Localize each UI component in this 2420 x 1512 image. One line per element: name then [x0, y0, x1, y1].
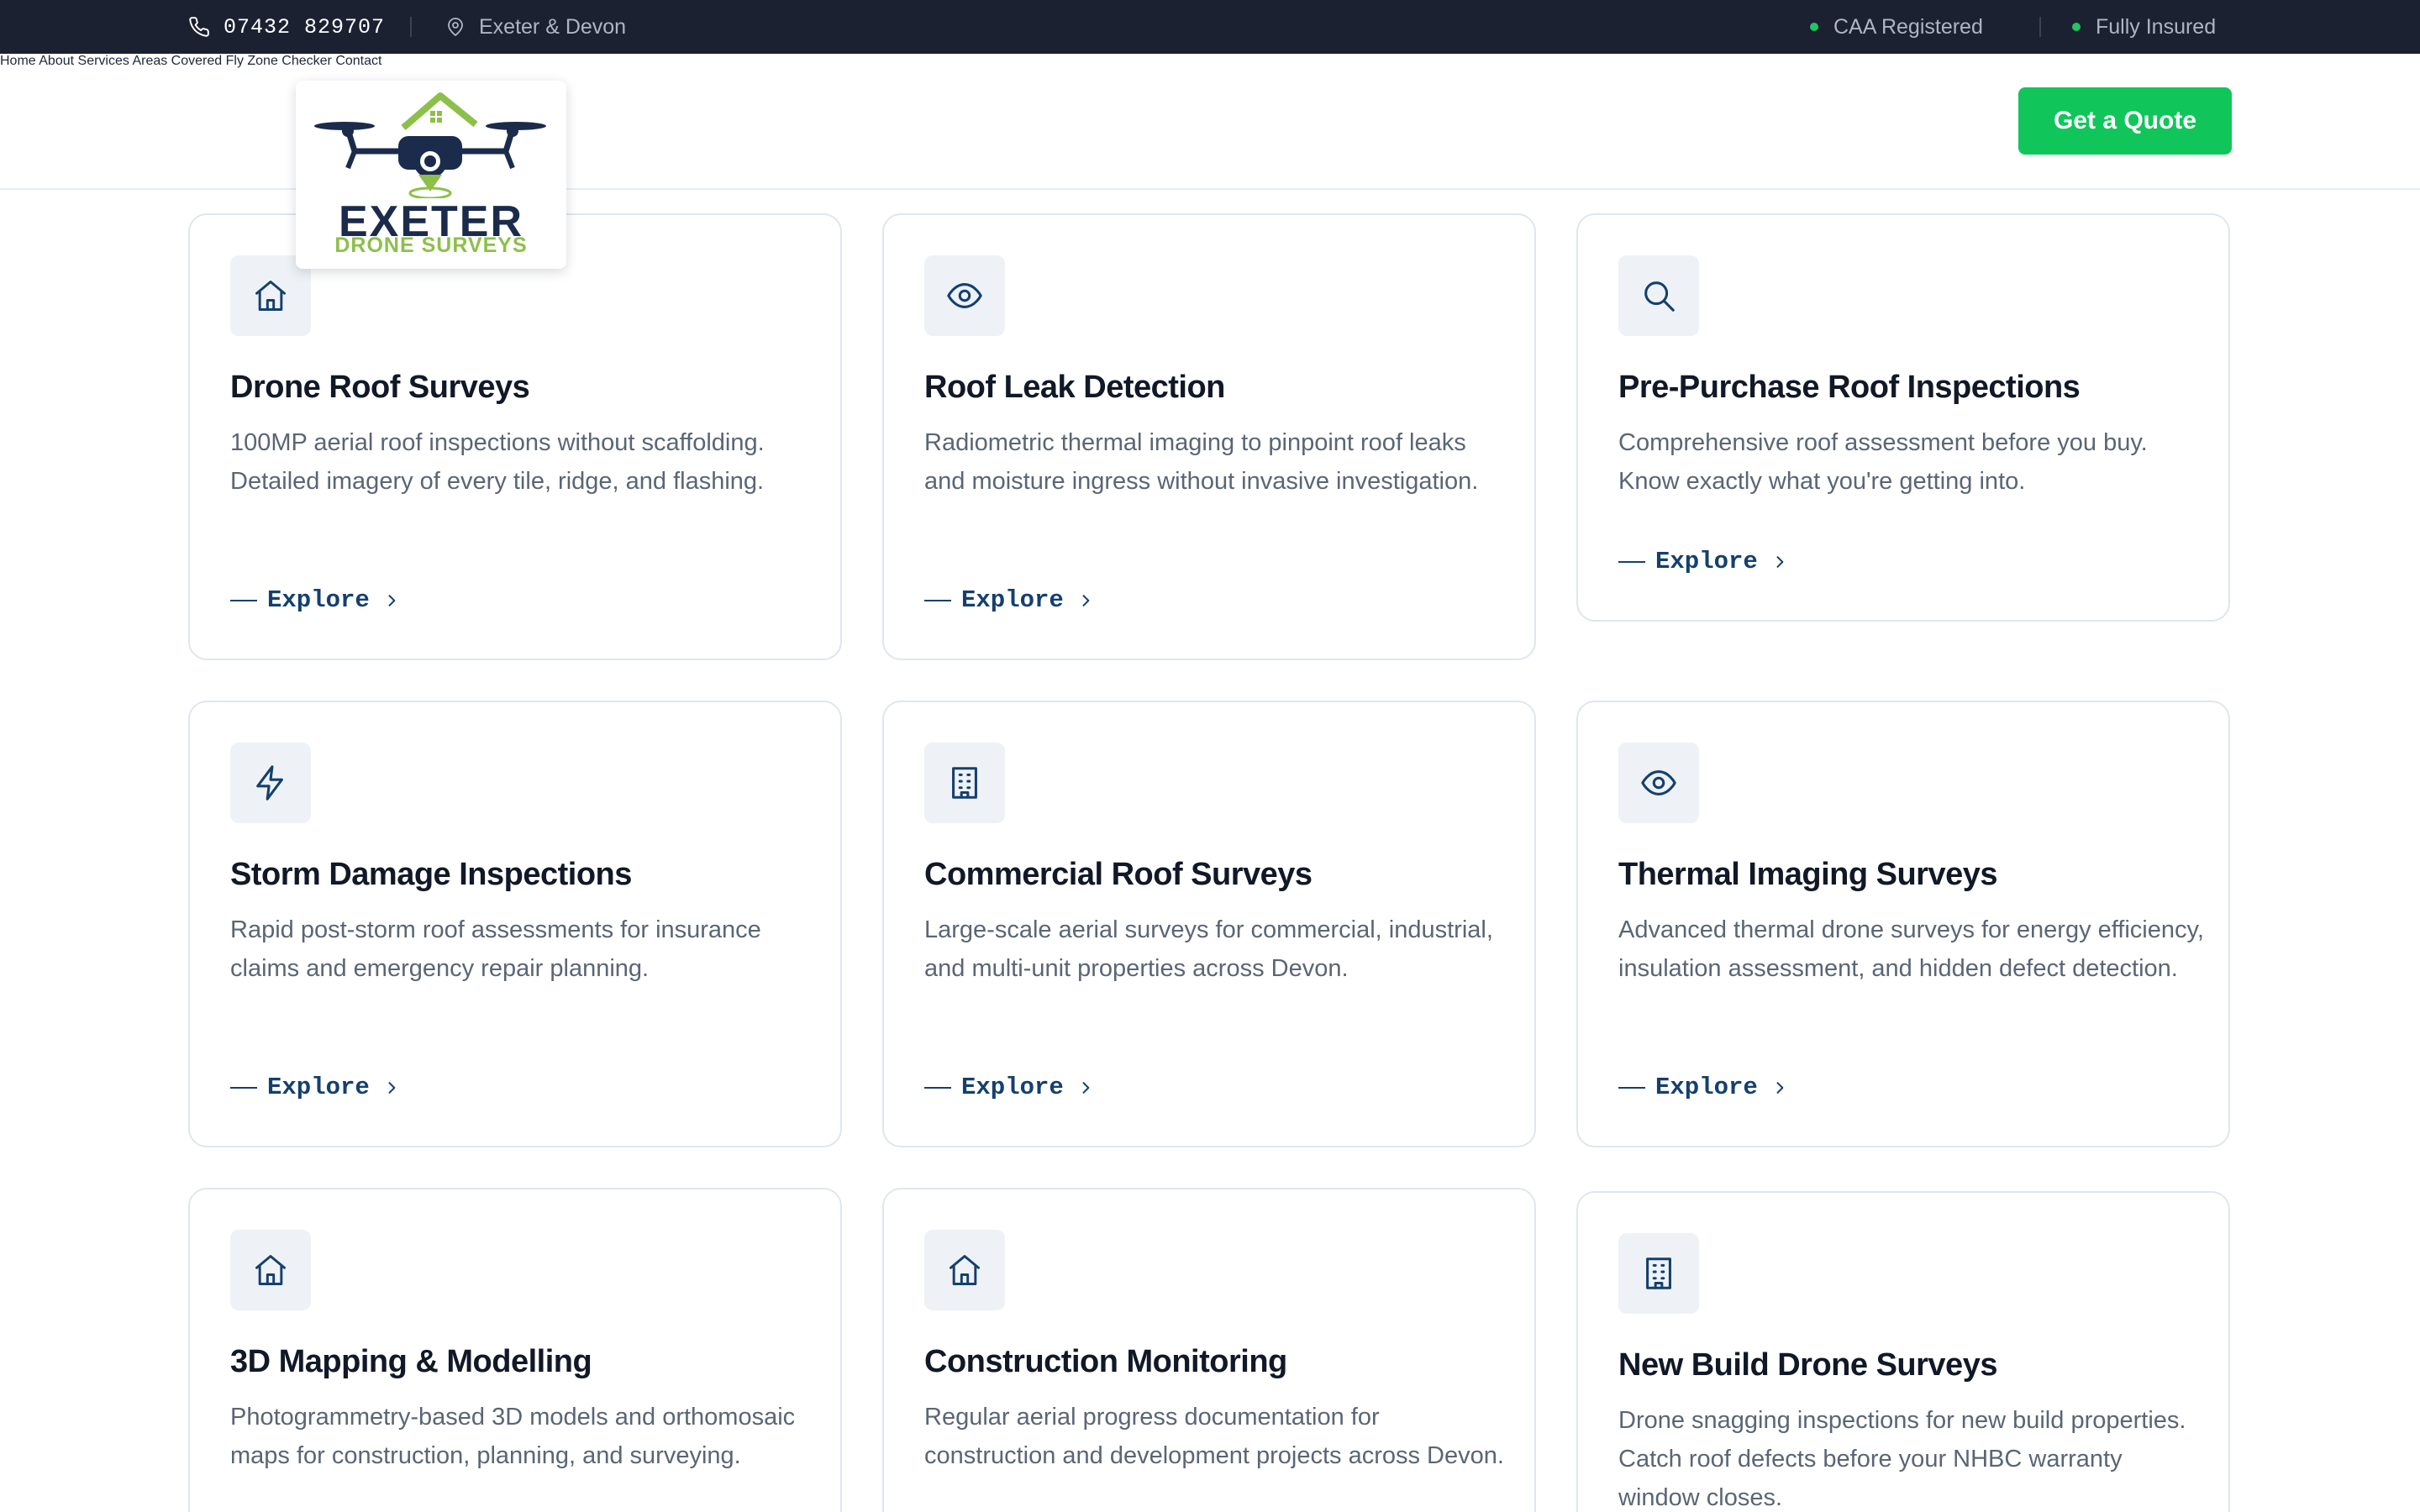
explore-label[interactable]: Explore	[1655, 1074, 1758, 1101]
nav-about[interactable]: About	[39, 54, 74, 68]
search-icon	[1618, 255, 1699, 336]
nav-contact[interactable]: Contact	[335, 54, 381, 68]
service-card[interactable]: Construction Monitoring Regular aerial p…	[882, 1188, 1536, 1512]
service-description: Large-scale aerial surveys for commercia…	[924, 916, 1493, 982]
service-title: Thermal Imaging Surveys	[1618, 857, 1998, 892]
service-card[interactable]: New Build Drone Surveys Drone snagging i…	[1576, 1191, 2230, 1512]
status-dot	[1810, 23, 1818, 31]
explore-label[interactable]: Explore	[267, 586, 370, 614]
divider	[2039, 17, 2041, 37]
chevron-right-icon	[383, 592, 400, 609]
house-icon	[924, 1230, 1005, 1310]
service-card[interactable]: Roof Leak Detection Radiometric thermal …	[882, 213, 1536, 660]
badge-label: CAA Registered	[1833, 14, 1983, 39]
service-card[interactable]: Thermal Imaging Surveys Advanced thermal…	[1576, 701, 2230, 1147]
explore-link[interactable]: Explore	[924, 1074, 1094, 1101]
service-title: New Build Drone Surveys	[1618, 1347, 1997, 1383]
service-description: Comprehensive roof assessment before you…	[1618, 429, 2148, 495]
service-description: Rapid post-storm roof assessments for in…	[230, 916, 761, 982]
drone-logo-icon	[314, 92, 546, 198]
service-title: Drone Roof Surveys	[230, 370, 530, 405]
explore-label[interactable]: Explore	[267, 1074, 370, 1101]
service-title: Construction Monitoring	[924, 1344, 1287, 1379]
nav-fly-zone-checker[interactable]: Fly Zone Checker	[226, 54, 332, 68]
explore-link[interactable]: Explore	[1618, 1074, 1788, 1101]
nav-areas-covered[interactable]: Areas Covered	[132, 54, 222, 68]
chevron-right-icon	[1771, 1079, 1788, 1096]
service-card[interactable]: Drone Roof Surveys 100MP aerial roof ins…	[188, 213, 842, 660]
service-description: Regular aerial progress documentation fo…	[924, 1404, 1504, 1469]
service-description: Photogrammetry-based 3D models and ortho…	[230, 1404, 796, 1469]
link-dash	[924, 599, 951, 601]
link-dash	[230, 1086, 257, 1089]
link-dash	[924, 1086, 951, 1089]
badge-label: Fully Insured	[2096, 14, 2217, 39]
explore-label[interactable]: Explore	[1655, 548, 1758, 575]
eye-icon	[924, 255, 1005, 336]
service-card[interactable]: 3D Mapping & Modelling Photogrammetry-ba…	[188, 1188, 842, 1512]
service-card[interactable]: Pre-Purchase Roof Inspections Comprehens…	[1576, 213, 2230, 622]
status-dot	[2072, 23, 2081, 31]
insured-badge: Fully Insured	[2072, 0, 2216, 54]
location: Exeter & Devon	[445, 0, 626, 54]
building-icon	[1618, 1233, 1699, 1314]
service-title: 3D Mapping & Modelling	[230, 1344, 592, 1379]
chevron-right-icon	[1771, 554, 1788, 570]
chevron-right-icon	[383, 1079, 400, 1096]
phone-contact[interactable]: 07432 829707	[188, 0, 385, 54]
service-title: Storm Damage Inspections	[230, 857, 632, 892]
link-dash	[230, 599, 257, 601]
service-card[interactable]: Storm Damage Inspections Rapid post-stor…	[188, 701, 842, 1147]
house-icon	[230, 1230, 311, 1310]
eye-icon	[1618, 743, 1699, 823]
link-dash	[1618, 560, 1645, 563]
lightning-icon	[230, 743, 311, 823]
service-description: 100MP aerial roof inspections without sc…	[230, 429, 765, 495]
building-icon	[924, 743, 1005, 823]
divider	[410, 17, 412, 37]
nav-services[interactable]: Services	[78, 54, 129, 68]
service-title: Roof Leak Detection	[924, 370, 1225, 405]
chevron-right-icon	[1077, 592, 1094, 609]
map-pin-icon	[448, 18, 463, 36]
top-info-bar: 07432 829707 Exeter & Devon CAA Register…	[0, 0, 2420, 54]
link-dash	[1618, 1086, 1645, 1089]
service-title: Pre-Purchase Roof Inspections	[1618, 370, 2081, 405]
phone-icon	[189, 17, 209, 37]
service-title: Commercial Roof Surveys	[924, 857, 1313, 892]
logo-tagline: DRONE SURVEYS	[334, 234, 528, 257]
nav-home[interactable]: Home	[0, 54, 36, 68]
explore-link[interactable]: Explore	[230, 586, 400, 614]
service-card[interactable]: Commercial Roof Surveys Large-scale aeri…	[882, 701, 1536, 1147]
service-description: Advanced thermal drone surveys for energ…	[1618, 916, 2204, 982]
explore-label[interactable]: Explore	[961, 1074, 1064, 1101]
location-text: Exeter & Devon	[479, 14, 627, 39]
caa-badge: CAA Registered	[1810, 0, 1983, 54]
explore-label[interactable]: Explore	[961, 586, 1064, 614]
service-description: Drone snagging inspections for new build…	[1618, 1407, 2186, 1511]
service-description: Radiometric thermal imaging to pinpoint …	[924, 429, 1479, 495]
explore-link[interactable]: Explore	[924, 586, 1094, 614]
explore-link[interactable]: Explore	[1618, 548, 1788, 575]
phone-number[interactable]: 07432 829707	[224, 15, 385, 39]
chevron-right-icon	[1077, 1079, 1094, 1096]
site-logo[interactable]: EXETER DRONE SURVEYS	[296, 81, 566, 269]
get-a-quote-button[interactable]: Get a Quote	[2018, 87, 2232, 155]
explore-link[interactable]: Explore	[230, 1074, 400, 1101]
